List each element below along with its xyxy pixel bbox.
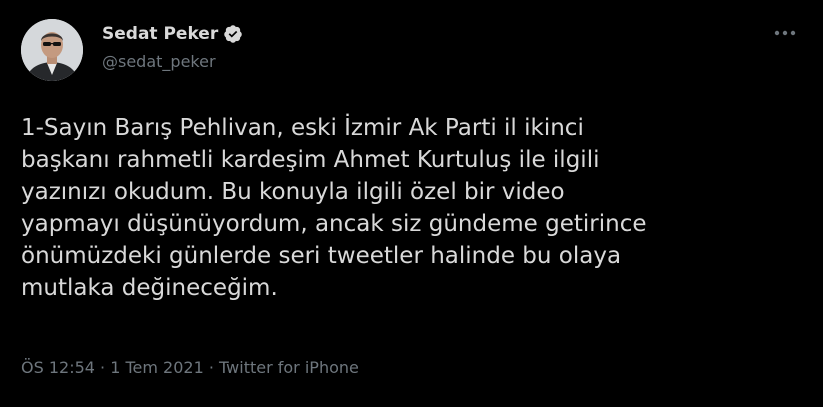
verified-badge-icon [223, 24, 243, 44]
more-horizontal-icon [774, 30, 796, 36]
more-options-button[interactable] [772, 22, 798, 44]
profile-photo-image [21, 19, 83, 81]
avatar[interactable] [21, 19, 83, 81]
tweet-text: 1-Sayın Barış Pehlivan, eski İzmir Ak Pa… [21, 115, 647, 301]
author-display-name[interactable]: Sedat Peker [102, 24, 218, 44]
tweet-source[interactable]: Twitter for iPhone [219, 358, 359, 377]
tweet-metadata: ÖS 12:54 · 1 Tem 2021 · Twitter for iPho… [21, 358, 359, 377]
tweet-time[interactable]: ÖS 12:54 [21, 358, 95, 377]
tweet-card: Sedat Peker @sedat_peker 1-Sayın Barış P… [0, 0, 823, 407]
meta-separator: · [203, 358, 220, 377]
author-name-row[interactable]: Sedat Peker [102, 24, 243, 44]
tweet-date[interactable]: 1 Tem 2021 [110, 358, 204, 377]
meta-separator: · [94, 358, 111, 377]
author-handle[interactable]: @sedat_peker [102, 52, 216, 71]
